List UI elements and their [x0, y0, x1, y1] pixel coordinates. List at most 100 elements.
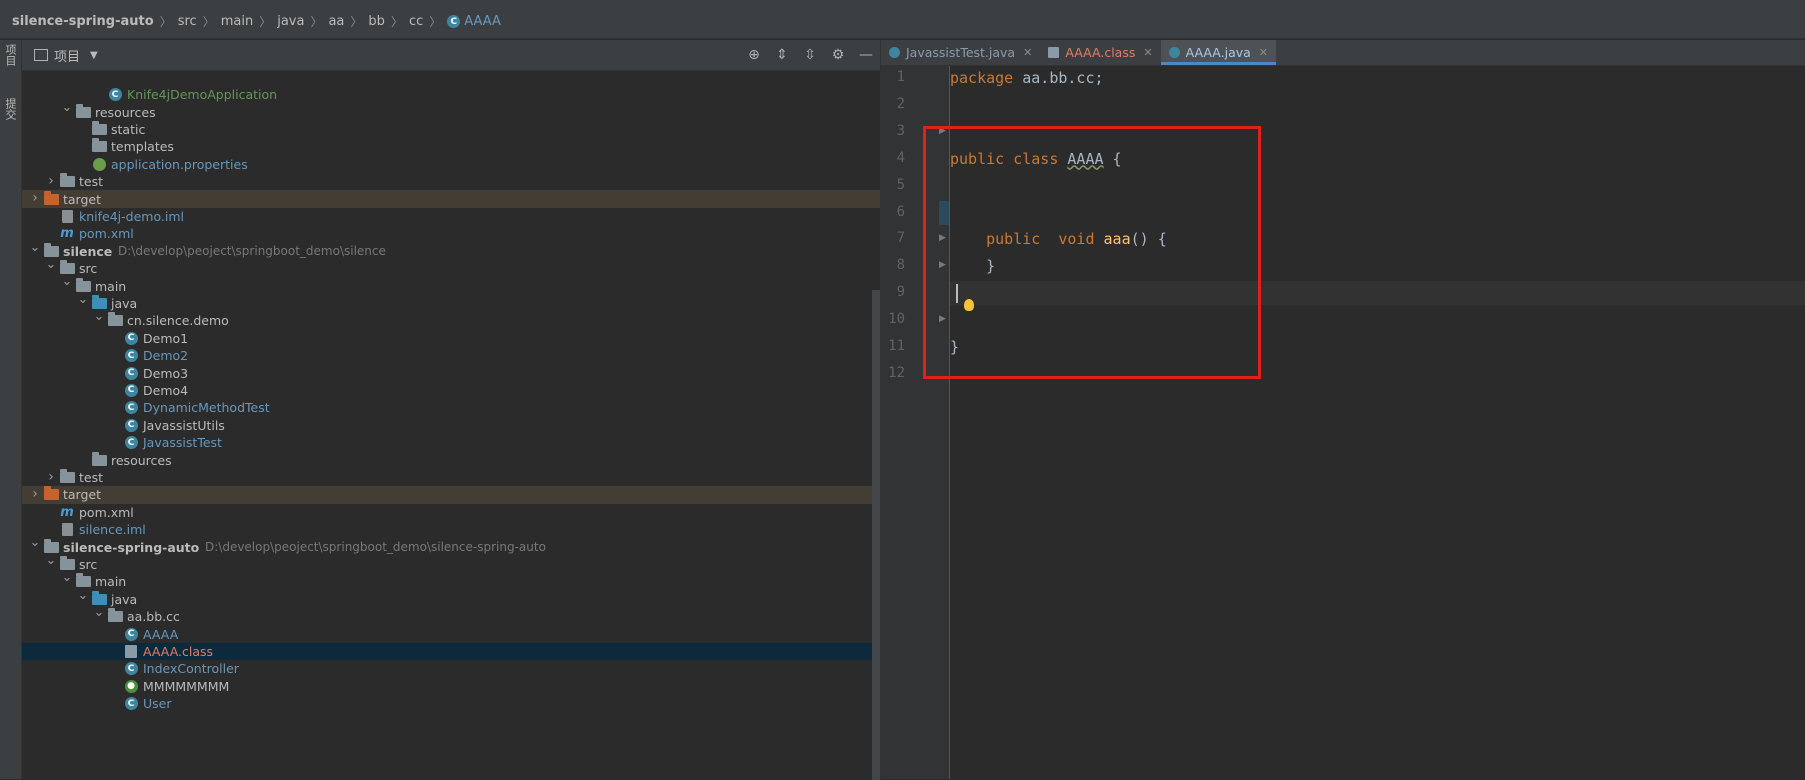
project-view-title[interactable]: 项目: [54, 46, 80, 65]
class-icon: C: [123, 697, 139, 711]
commit-tool-label: 提交: [4, 98, 17, 120]
orange-folder-icon: [43, 190, 59, 206]
project-view-icon: [34, 49, 48, 61]
breadcrumb-item[interactable]: silence-spring-auto: [12, 14, 154, 29]
tree-row[interactable]: C Demo2: [22, 347, 880, 364]
tree-row[interactable]: ⌄ src: [22, 257, 880, 277]
tree-row[interactable]: ⌄ silence D:\develop\peoject\springboot_de…: [22, 240, 880, 260]
tree-row[interactable]: C DynamicMethodTest: [22, 399, 880, 416]
locate-icon[interactable]: ⊕: [746, 47, 762, 63]
project-tool-button[interactable]: 项目: [3, 44, 18, 66]
tree-row[interactable]: C Demo4: [22, 382, 880, 399]
breadcrumb-item[interactable]: bb: [368, 14, 385, 29]
chevron-down-icon[interactable]: ⌄: [61, 100, 73, 115]
tree-row[interactable]: m pom.xml: [22, 504, 880, 521]
folder-icon: [107, 312, 123, 328]
breadcrumb-label: main: [220, 14, 254, 29]
tree-row[interactable]: silence.iml: [22, 521, 880, 538]
chevron-down-icon[interactable]: ⌄: [93, 605, 105, 620]
tree-row[interactable]: C IndexController: [22, 660, 880, 677]
chevron-right-icon[interactable]: ›: [45, 173, 57, 189]
expand-all-icon[interactable]: ⇕: [774, 47, 790, 63]
tree-row[interactable]: ⌄ cn.silence.demo: [22, 309, 880, 329]
folder-icon: [59, 468, 75, 484]
tree-row[interactable]: C JavassistUtils: [22, 417, 880, 434]
tree-row[interactable]: C JavassistTest: [22, 434, 880, 451]
tree-row[interactable]: ⌄ silence-spring-auto D:\develop\peoject\s…: [22, 535, 880, 555]
editor-tab[interactable]: AAAA.class ✕: [1040, 40, 1160, 65]
tree-row[interactable]: C User: [22, 695, 880, 712]
tree-row[interactable]: resources: [22, 451, 880, 468]
minimize-icon[interactable]: —: [858, 47, 874, 63]
editor-tab-label: AAAA.java: [1185, 45, 1251, 60]
tree-row[interactable]: ⌄ main: [22, 274, 880, 294]
tree-row[interactable]: templates: [22, 138, 880, 155]
project-scrollbar[interactable]: [872, 290, 880, 780]
tree-row[interactable]: ⌄ main: [22, 570, 880, 590]
tree-row[interactable]: ⌄ java: [22, 588, 880, 608]
chevron-down-icon[interactable]: ⌄: [61, 274, 73, 289]
chevron-down-icon[interactable]: ⌄: [45, 257, 57, 272]
tree-row[interactable]: C Knife4jDemoApplication: [22, 86, 880, 103]
breadcrumb-item[interactable]: java: [277, 14, 304, 29]
green-class-icon: ●: [123, 679, 139, 693]
breadcrumb-item[interactable]: aa: [328, 14, 344, 29]
editor-tab[interactable]: JavassistTest.java ✕: [881, 40, 1040, 65]
tree-row[interactable]: ⌄ java: [22, 292, 880, 312]
tree-row[interactable]: C Demo3: [22, 364, 880, 381]
tree-item-label: src: [79, 261, 98, 277]
line-number: 5: [896, 176, 905, 193]
chevron-right-icon[interactable]: ›: [45, 469, 57, 485]
chevron-down-icon[interactable]: ⌄: [61, 570, 73, 585]
breadcrumb-item[interactable]: cc: [409, 14, 423, 29]
tree-row[interactable]: ⌄ resources: [22, 100, 880, 120]
chevron-right-icon[interactable]: ›: [29, 190, 41, 206]
tree-row[interactable]: ⌄ aa.bb.cc: [22, 605, 880, 625]
tree-row[interactable]: › target: [22, 486, 880, 504]
tree-row[interactable]: m pom.xml: [22, 225, 880, 242]
breadcrumb-item[interactable]: src: [178, 14, 197, 29]
editor-tab-bar: JavassistTest.java ✕ AAAA.class ✕ AAAA.java ✕: [881, 40, 1805, 66]
chevron-right-icon[interactable]: ›: [29, 486, 41, 502]
chevron-down-icon[interactable]: ▼: [90, 50, 98, 61]
chevron-down-icon[interactable]: ⌄: [45, 553, 57, 568]
tree-row[interactable]: C AAAA: [22, 625, 880, 642]
chevron-down-icon[interactable]: ⌄: [77, 588, 89, 603]
chevron-down-icon[interactable]: ⌄: [77, 292, 89, 307]
breadcrumb-item[interactable]: C AAAA: [447, 14, 501, 29]
chevron-down-icon[interactable]: ⌄: [93, 309, 105, 324]
collapse-all-icon[interactable]: ⇳: [802, 47, 818, 63]
tree-row[interactable]: C Demo1: [22, 330, 880, 347]
tree-item-label: Demo3: [143, 365, 189, 381]
chevron-down-icon[interactable]: ⌄: [29, 240, 41, 255]
close-icon[interactable]: ✕: [1023, 46, 1032, 59]
chevron-down-icon[interactable]: ⌄: [29, 535, 41, 550]
breadcrumb-separator-icon: 〉: [259, 15, 272, 29]
tree-row[interactable]: static: [22, 120, 880, 138]
gear-icon[interactable]: ⚙: [830, 47, 846, 63]
close-icon[interactable]: ✕: [1143, 46, 1152, 59]
close-icon[interactable]: ✕: [1259, 46, 1268, 59]
tree-row[interactable]: application.properties: [22, 156, 880, 173]
tree-item-label: Demo1: [143, 330, 189, 346]
editor-tab[interactable]: AAAA.java ✕: [1160, 40, 1277, 65]
tree-row[interactable]: ⌄ src: [22, 553, 880, 573]
maven-icon: m: [60, 226, 74, 242]
line-number: 7: [896, 230, 905, 247]
commit-tool-button[interactable]: 提交: [3, 98, 18, 120]
tree-row[interactable]: › test: [22, 469, 880, 486]
tree-item-label: java: [111, 591, 138, 607]
tree-row[interactable]: › test: [22, 173, 880, 190]
tree-item-label: static: [111, 121, 146, 137]
tree-item-label: AAAA: [143, 626, 179, 642]
breadcrumb-item[interactable]: main: [221, 14, 253, 29]
tree-row[interactable]: ● MMMMMMMM: [22, 678, 880, 695]
tree-row[interactable]: knife4j-demo.iml: [22, 208, 880, 225]
line-number: 10: [888, 311, 905, 328]
tree-item-label: main: [95, 278, 127, 294]
res-folder-icon: [91, 451, 107, 467]
tree-item-label: resources: [111, 452, 172, 468]
tree-row[interactable]: AAAA.class: [22, 642, 880, 661]
class-icon: [1168, 47, 1180, 58]
tree-row[interactable]: › target: [22, 190, 880, 208]
